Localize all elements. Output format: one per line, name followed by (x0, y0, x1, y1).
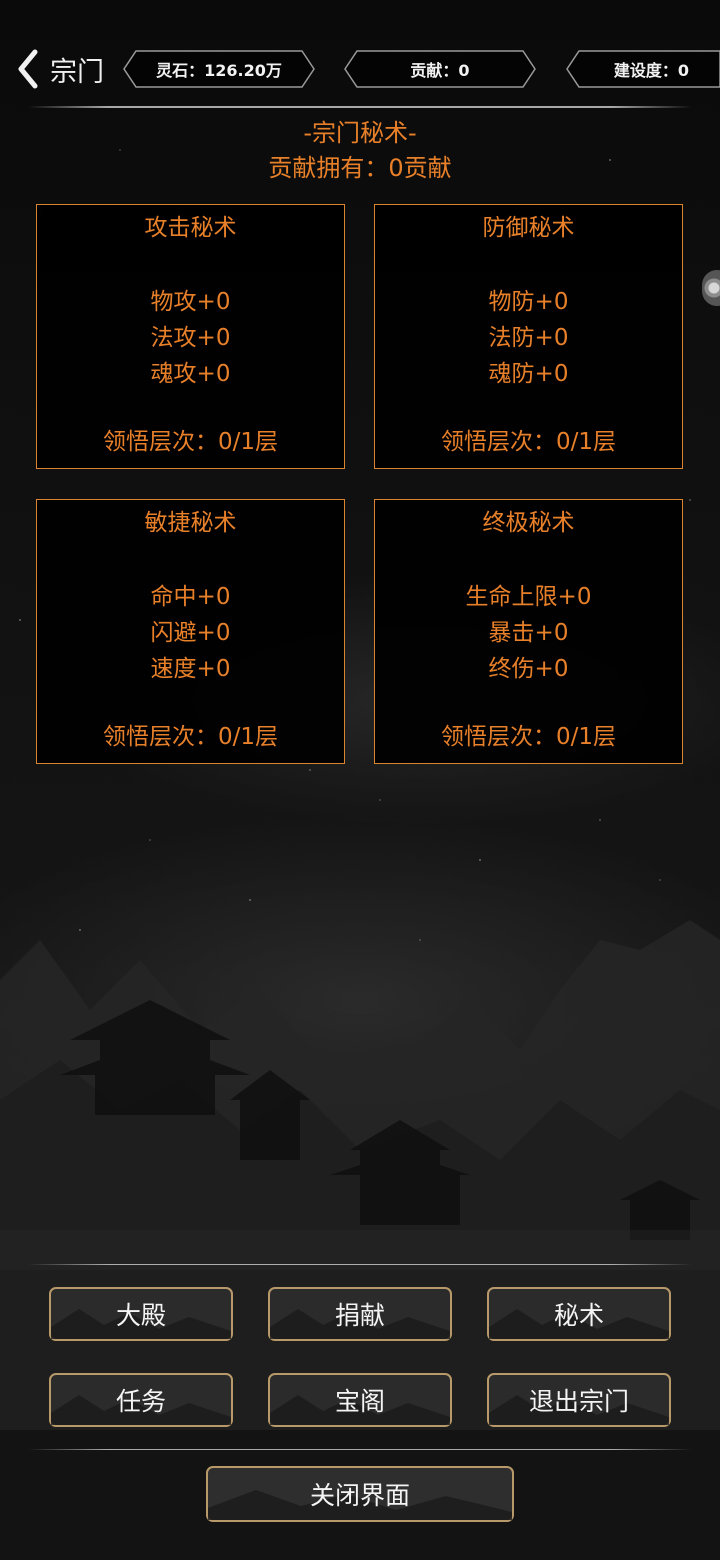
panel-stat: 命中+0 (150, 584, 231, 610)
ultimate-secret-panel[interactable]: 终极秘术 生命上限+0 暴击+0 终伤+0 领悟层次：0/1层 (374, 499, 683, 764)
panel-stat: 生命上限+0 (465, 584, 592, 610)
close-interface-button[interactable]: 关闭界面 (206, 1466, 514, 1522)
secret-arts-label: 秘术 (553, 1301, 604, 1330)
hall-button[interactable]: 大殿 (49, 1287, 233, 1341)
panel-title: 攻击秘术 (144, 215, 237, 241)
agility-secret-panel[interactable]: 敏捷秘术 命中+0 闪避+0 速度+0 领悟层次：0/1层 (36, 499, 345, 764)
chevron-left-icon (16, 49, 40, 89)
panel-stat: 物攻+0 (150, 289, 231, 315)
panel-stat: 暴击+0 (488, 620, 569, 646)
panel-level: 领悟层次：0/1层 (440, 724, 616, 750)
donate-label: 捐献 (334, 1301, 385, 1330)
panel-title: 敏捷秘术 (144, 510, 237, 536)
leave-sect-button[interactable]: 退出宗门 (487, 1373, 671, 1427)
top-bar: 宗门 灵石：126.20万 贡献：0 建设度：0 (0, 40, 720, 100)
panel-stat: 法防+0 (488, 325, 569, 351)
panel-stat: 终伤+0 (488, 656, 569, 682)
defense-secret-panel[interactable]: 防御秘术 物防+0 法防+0 魂防+0 领悟层次：0/1层 (374, 204, 683, 469)
back-label: 宗门 (50, 56, 104, 88)
back-button[interactable]: 宗门 (16, 46, 104, 92)
construction-counter: 建设度：0 (565, 49, 720, 89)
page-title: -宗门秘术- (303, 119, 417, 147)
panel-title: 终极秘术 (482, 510, 575, 536)
side-handle-icon[interactable] (702, 270, 720, 306)
panel-stat: 闪避+0 (150, 620, 231, 646)
hall-label: 大殿 (115, 1301, 166, 1330)
construction-text: 建设度：0 (613, 61, 689, 80)
panel-stat: 法攻+0 (150, 325, 231, 351)
tasks-label: 任务 (115, 1387, 166, 1416)
contribution-text: 贡献：0 (410, 61, 470, 80)
panel-title: 防御秘术 (482, 215, 575, 241)
tasks-button[interactable]: 任务 (49, 1373, 233, 1427)
panel-stat: 速度+0 (150, 656, 231, 682)
close-interface-label: 关闭界面 (309, 1481, 410, 1510)
attack-secret-panel[interactable]: 攻击秘术 物攻+0 法攻+0 魂攻+0 领悟层次：0/1层 (36, 204, 345, 469)
panel-stat: 魂防+0 (488, 361, 569, 387)
contribution-counter: 贡献：0 (343, 49, 537, 89)
menu-top-divider (28, 1264, 692, 1265)
leave-sect-label: 退出宗门 (528, 1387, 629, 1416)
panel-stat: 魂攻+0 (150, 361, 231, 387)
secret-arts-button[interactable]: 秘术 (487, 1287, 671, 1341)
treasury-label: 宝阁 (334, 1387, 385, 1416)
menu-bottom-divider (28, 1449, 692, 1450)
panel-level: 领悟层次：0/1层 (102, 429, 278, 455)
treasury-button[interactable]: 宝阁 (268, 1373, 452, 1427)
panel-stat: 物防+0 (488, 289, 569, 315)
spirit-stone-counter: 灵石：126.20万 (122, 49, 316, 89)
panel-level: 领悟层次：0/1层 (440, 429, 616, 455)
panel-level: 领悟层次：0/1层 (102, 724, 278, 750)
donate-button[interactable]: 捐献 (268, 1287, 452, 1341)
contribution-owned: 贡献拥有：0贡献 (268, 154, 452, 182)
top-divider (28, 106, 692, 108)
spirit-stone-text: 灵石：126.20万 (156, 61, 282, 80)
